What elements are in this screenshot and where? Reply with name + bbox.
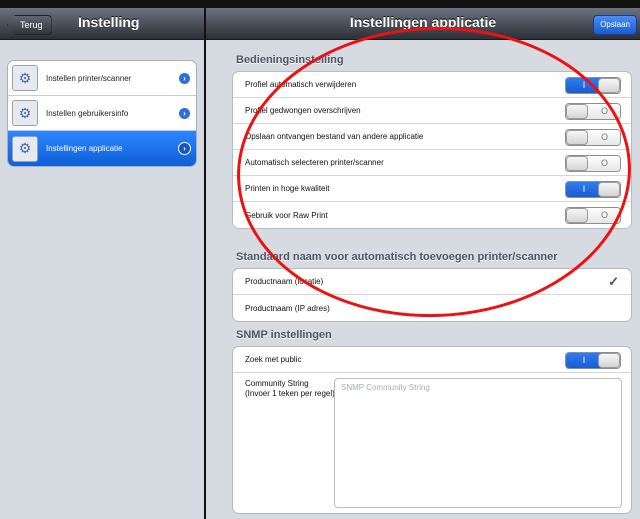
- right-navigation-bar: Instellingen applicatie Opslaan: [206, 8, 640, 40]
- option-label: Productnaam (IP adres): [245, 303, 330, 313]
- menu-item-label: Instellingen applicatie: [46, 144, 123, 153]
- operation-settings-group: Profiel automatisch verwijderen I Profie…: [232, 71, 632, 229]
- section-title-default-name: Standaard naam voor automatisch toevoege…: [236, 251, 558, 263]
- save-received-file-toggle[interactable]: O: [565, 129, 621, 146]
- menu-item-printer-scanner[interactable]: ⚙ Instellen printer/scanner ›: [8, 61, 196, 96]
- menu-item-label: Instellen printer/scanner: [46, 73, 132, 83]
- disclosure-arrow-icon[interactable]: ›: [178, 106, 191, 120]
- app-settings-icon: ⚙: [12, 135, 38, 162]
- setting-row-auto-delete-profile: Profiel automatisch verwijderen I: [233, 72, 631, 98]
- save-button[interactable]: Opslaan: [593, 15, 637, 35]
- high-quality-print-toggle[interactable]: I: [565, 181, 621, 198]
- raw-print-toggle[interactable]: O: [565, 207, 621, 224]
- detail-pane: Instellingen applicatie Opslaan Bedienin…: [206, 8, 640, 519]
- toggle-knob: [598, 78, 620, 93]
- printer-gear-icon: ⚙: [12, 65, 38, 91]
- menu-item-user-info[interactable]: ⚙ Instellen gebruikersinfo ›: [8, 96, 196, 131]
- master-pane: Terug Instelling ⚙ Instellen printer/sca…: [0, 8, 204, 519]
- toggle-on-text: I: [566, 182, 602, 197]
- disclosure-arrow-icon[interactable]: ›: [178, 71, 191, 85]
- snmp-settings-group: Zoek met public I Community String (Invo…: [232, 346, 632, 514]
- force-overwrite-profile-toggle[interactable]: O: [565, 103, 621, 120]
- settings-menu-list: ⚙ Instellen printer/scanner › ⚙ Instelle…: [7, 60, 197, 167]
- search-public-toggle[interactable]: I: [565, 352, 621, 369]
- option-product-name-ip[interactable]: Productnaam (IP adres): [233, 295, 631, 321]
- toggle-knob: [566, 104, 588, 119]
- toggle-knob: [566, 208, 588, 223]
- setting-row-raw-print: Gebruik voor Raw Print O: [233, 202, 631, 228]
- section-title-operation: Bedieningsinstelling: [236, 54, 344, 66]
- toggle-knob: [566, 156, 588, 171]
- page-title: Instellingen applicatie: [349, 14, 497, 30]
- left-navigation-bar: Terug Instelling: [0, 8, 204, 40]
- setting-label: Community String (Invoer 1 teken per reg…: [245, 379, 335, 398]
- toggle-on-text: I: [566, 78, 602, 93]
- community-string-input[interactable]: [334, 378, 622, 508]
- disclosure-arrow-icon[interactable]: ›: [178, 142, 191, 155]
- setting-row-auto-select-printer: Automatisch selecteren printer/scanner O: [233, 150, 631, 176]
- section-title-snmp: SNMP instellingen: [236, 329, 332, 341]
- toggle-on-text: I: [566, 353, 602, 368]
- setting-row-community-string: Community String (Invoer 1 teken per reg…: [233, 373, 631, 513]
- checkmark-icon: ✓: [608, 274, 619, 289]
- setting-row-high-quality-print: Printen in hoge kwaliteit I: [233, 176, 631, 202]
- user-gear-icon: ⚙: [12, 100, 38, 126]
- setting-row-save-received-file: Opslaan ontvangen bestand van andere app…: [233, 124, 631, 150]
- back-button[interactable]: Terug: [7, 15, 52, 35]
- status-bar: [0, 0, 640, 8]
- default-name-group: Productnaam (locatie) ✓ Productnaam (IP …: [232, 268, 632, 322]
- auto-select-printer-toggle[interactable]: O: [565, 155, 621, 172]
- setting-row-force-overwrite-profile: Profiel gedwongen overschrijven O: [233, 98, 631, 124]
- toggle-knob: [566, 130, 588, 145]
- left-title: Instelling: [78, 14, 140, 30]
- toggle-knob: [598, 353, 620, 368]
- option-product-name-location[interactable]: Productnaam (locatie) ✓: [233, 269, 631, 295]
- menu-item-label: Instellen gebruikersinfo: [46, 108, 129, 118]
- menu-item-app-settings[interactable]: ⚙ Instellingen applicatie ›: [8, 131, 196, 166]
- app-frame: Terug Instelling ⚙ Instellen printer/sca…: [0, 0, 640, 519]
- setting-row-search-public: Zoek met public I: [233, 347, 631, 373]
- option-label: Productnaam (locatie): [245, 277, 324, 286]
- auto-delete-profile-toggle[interactable]: I: [565, 77, 621, 94]
- toggle-knob: [598, 182, 620, 197]
